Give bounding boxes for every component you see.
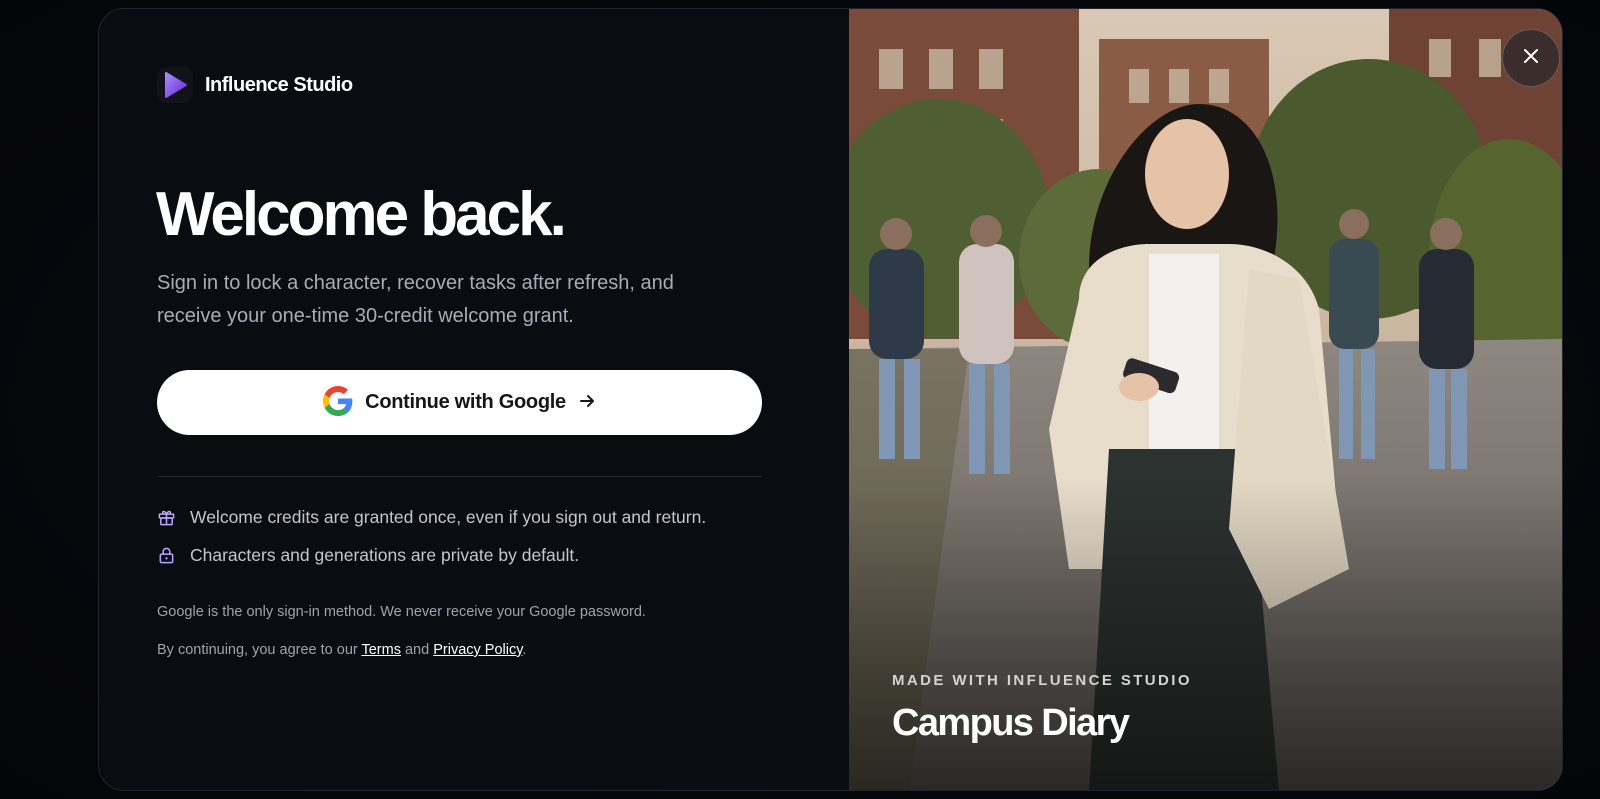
brand: Influence Studio	[157, 67, 353, 103]
legal-note: By continuing, you agree to our Terms an…	[157, 642, 526, 658]
showcase-title: Campus Diary	[892, 702, 1130, 744]
sign-in-method-note: Google is the only sign-in method. We ne…	[157, 604, 646, 620]
terms-link[interactable]: Terms	[361, 642, 400, 658]
play-triangle-icon	[157, 67, 193, 103]
divider	[157, 476, 762, 477]
legal-prefix: By continuing, you agree to our	[157, 642, 362, 658]
note-welcome-credits: Welcome credits are granted once, even i…	[157, 507, 706, 528]
subtitle: Sign in to lock a character, recover tas…	[157, 272, 674, 327]
close-button[interactable]	[1502, 29, 1560, 87]
brand-name: Influence Studio	[205, 73, 353, 96]
arrow-right-icon	[578, 392, 596, 413]
note-privacy: Characters and generations are private b…	[157, 545, 579, 566]
note-text: Characters and generations are private b…	[190, 545, 580, 565]
google-g-icon	[323, 386, 353, 419]
lock-icon	[157, 546, 176, 565]
page-title: Welcome back.	[156, 180, 567, 249]
showcase-kicker: MADE WITH INFLUENCE STUDIO	[892, 672, 1192, 689]
legal-suffix: .	[522, 642, 527, 658]
close-icon	[1521, 46, 1541, 71]
sign-in-panel: Influence Studio Welcome back. Sign in t…	[99, 9, 849, 790]
note-text: Welcome credits are granted once, even i…	[190, 507, 707, 527]
legal-and: and	[400, 642, 434, 658]
privacy-policy-link[interactable]: Privacy Policy	[433, 642, 522, 658]
continue-with-google-button[interactable]: Continue with Google	[157, 370, 762, 435]
gift-icon	[157, 508, 176, 527]
sign-in-modal: Influence Studio Welcome back. Sign in t…	[98, 8, 1563, 791]
showcase-panel: MADE WITH INFLUENCE STUDIO Campus Diary	[849, 9, 1562, 790]
google-button-label: Continue with Google	[365, 391, 566, 413]
